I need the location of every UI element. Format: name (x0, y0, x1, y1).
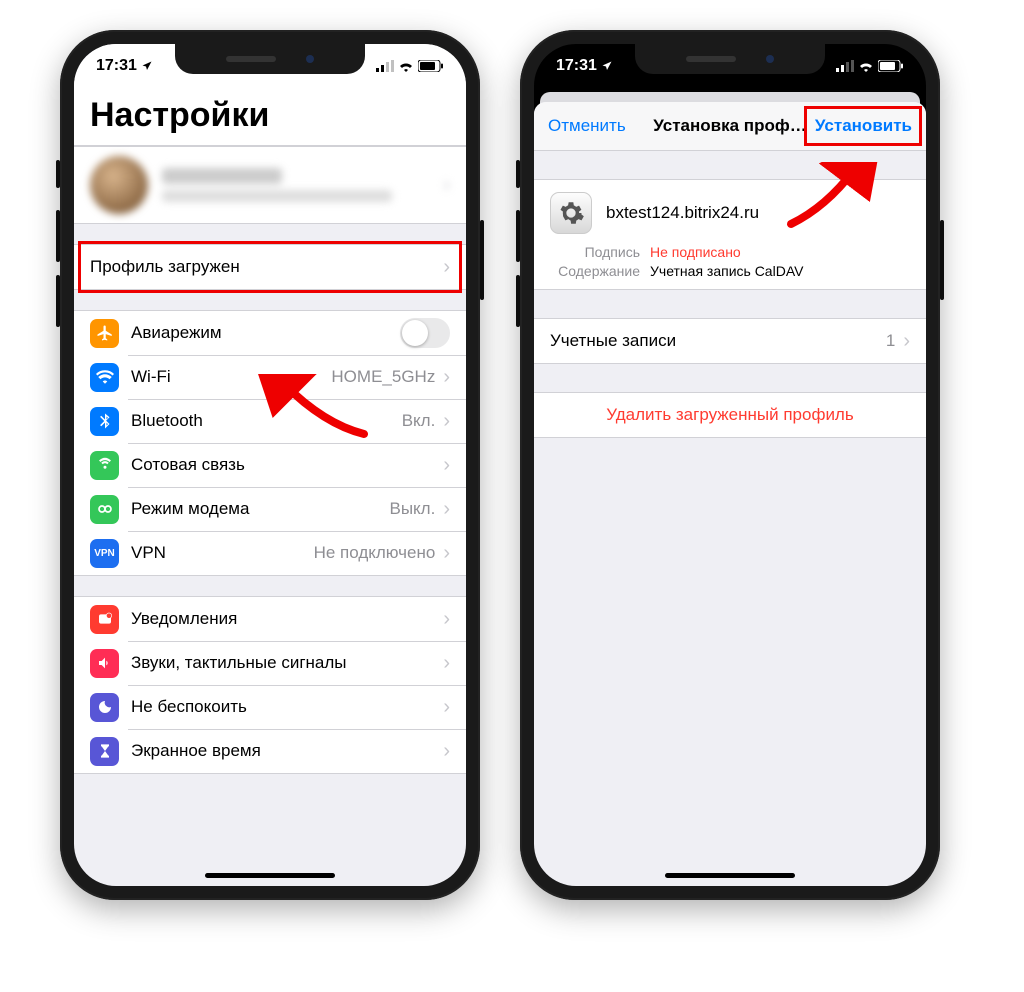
delete-label: Удалить загруженный профиль (606, 405, 853, 425)
chevron-right-icon: › (443, 455, 450, 475)
signature-key: Подпись (550, 244, 640, 260)
signature-value: Не подписано (650, 244, 741, 260)
signal-icon (836, 60, 854, 72)
hotspot-icon (90, 495, 119, 524)
location-icon (141, 60, 153, 72)
chevron-right-icon: › (443, 543, 450, 563)
chevron-right-icon: › (443, 257, 450, 277)
airplane-icon (90, 319, 119, 348)
airplane-row[interactable]: Авиарежим (74, 311, 466, 355)
profile-loaded-label: Профиль загружен (90, 257, 443, 277)
chevron-right-icon: › (443, 697, 450, 717)
vpn-label: VPN (131, 543, 314, 563)
notifications-group: Уведомления › Звуки, тактильные сигналы … (74, 596, 466, 774)
vpn-row[interactable]: VPN VPN Не подключено › (74, 531, 466, 575)
dnd-icon (90, 693, 119, 722)
power-button (940, 220, 944, 300)
wifi-value: HOME_5GHz (331, 367, 435, 387)
battery-icon (878, 60, 904, 72)
nav-title: Установка проф… (653, 116, 806, 136)
install-button[interactable]: Установить (815, 116, 912, 136)
bluetooth-label: Bluetooth (131, 411, 402, 431)
cellular-icon (90, 451, 119, 480)
chevron-right-icon: › (443, 741, 450, 761)
vpn-value: Не подключено (314, 543, 436, 563)
profile-name: bxtest124.bitrix24.ru (606, 203, 759, 223)
signal-icon (376, 60, 394, 72)
chevron-right-icon: › (443, 367, 450, 387)
volume-up-button (516, 210, 520, 262)
silent-switch (56, 160, 60, 188)
settings-screen: 17:31 Настройки › Профиль загружен › (74, 44, 466, 886)
nav-bar: Отменить Установка проф… Установить (534, 102, 926, 151)
status-time: 17:31 (556, 57, 597, 75)
status-time: 17:31 (96, 57, 137, 75)
wifi-row[interactable]: Wi-Fi HOME_5GHz › (74, 355, 466, 399)
delete-profile-button[interactable]: Удалить загруженный профиль (534, 392, 926, 438)
apple-id-row[interactable]: › (74, 147, 466, 223)
connectivity-group: Авиарежим Wi-Fi HOME_5GHz › Bluetooth Вк… (74, 310, 466, 576)
vpn-icon: VPN (90, 539, 119, 568)
power-button (480, 220, 484, 300)
bluetooth-row[interactable]: Bluetooth Вкл. › (74, 399, 466, 443)
bluetooth-icon (90, 407, 119, 436)
battery-icon (418, 60, 444, 72)
wifi-icon (858, 60, 874, 72)
volume-up-button (56, 210, 60, 262)
location-icon (601, 60, 613, 72)
home-indicator[interactable] (205, 873, 335, 878)
silent-switch (516, 160, 520, 188)
notch (635, 44, 825, 74)
phone-frame-left: 17:31 Настройки › Профиль загружен › (60, 30, 480, 900)
accounts-count: 1 (886, 331, 895, 351)
profile-loaded-row[interactable]: Профиль загружен › (74, 245, 466, 289)
cellular-row[interactable]: Сотовая связь › (74, 443, 466, 487)
dnd-label: Не беспокоить (131, 697, 443, 717)
chevron-right-icon: › (903, 331, 910, 351)
notifications-icon (90, 605, 119, 634)
notifications-row[interactable]: Уведомления › (74, 597, 466, 641)
hotspot-row[interactable]: Режим модема Выкл. › (74, 487, 466, 531)
sounds-label: Звуки, тактильные сигналы (131, 653, 443, 673)
chevron-right-icon: › (443, 411, 450, 431)
notifications-label: Уведомления (131, 609, 443, 629)
accounts-row[interactable]: Учетные записи 1 › (534, 318, 926, 364)
contents-value: Учетная запись CalDAV (650, 263, 803, 279)
profile-loaded-group: Профиль загружен › (74, 244, 466, 290)
notch (175, 44, 365, 74)
chevron-right-icon: › (443, 175, 450, 195)
hotspot-value: Выкл. (389, 499, 435, 519)
gear-icon (550, 192, 592, 234)
chevron-right-icon: › (443, 609, 450, 629)
bluetooth-value: Вкл. (402, 411, 436, 431)
airplane-label: Авиарежим (131, 323, 400, 343)
volume-down-button (516, 275, 520, 327)
install-profile-screen: 17:31 Отменить Установка проф… Установит… (534, 44, 926, 886)
phone-frame-right: 17:31 Отменить Установка проф… Установит… (520, 30, 940, 900)
modal-sheet: Отменить Установка проф… Установить bxte… (534, 102, 926, 886)
cancel-button[interactable]: Отменить (548, 116, 626, 136)
hotspot-label: Режим модема (131, 499, 389, 519)
chevron-right-icon: › (443, 653, 450, 673)
dnd-row[interactable]: Не беспокоить › (74, 685, 466, 729)
account-group: › (74, 146, 466, 224)
airplane-toggle[interactable] (400, 318, 450, 348)
wifi-label: Wi-Fi (131, 367, 331, 387)
page-title: Настройки (74, 88, 466, 146)
contents-key: Содержание (550, 263, 640, 279)
sounds-row[interactable]: Звуки, тактильные сигналы › (74, 641, 466, 685)
wifi-row-icon (90, 363, 119, 392)
sounds-icon (90, 649, 119, 678)
screentime-row[interactable]: Экранное время › (74, 729, 466, 773)
chevron-right-icon: › (443, 499, 450, 519)
wifi-icon (398, 60, 414, 72)
screentime-label: Экранное время (131, 741, 443, 761)
volume-down-button (56, 275, 60, 327)
accounts-label: Учетные записи (550, 331, 886, 351)
screentime-icon (90, 737, 119, 766)
cellular-label: Сотовая связь (131, 455, 443, 475)
home-indicator[interactable] (665, 873, 795, 878)
profile-info-block: bxtest124.bitrix24.ru Подпись Не подписа… (534, 179, 926, 290)
avatar (90, 156, 148, 214)
